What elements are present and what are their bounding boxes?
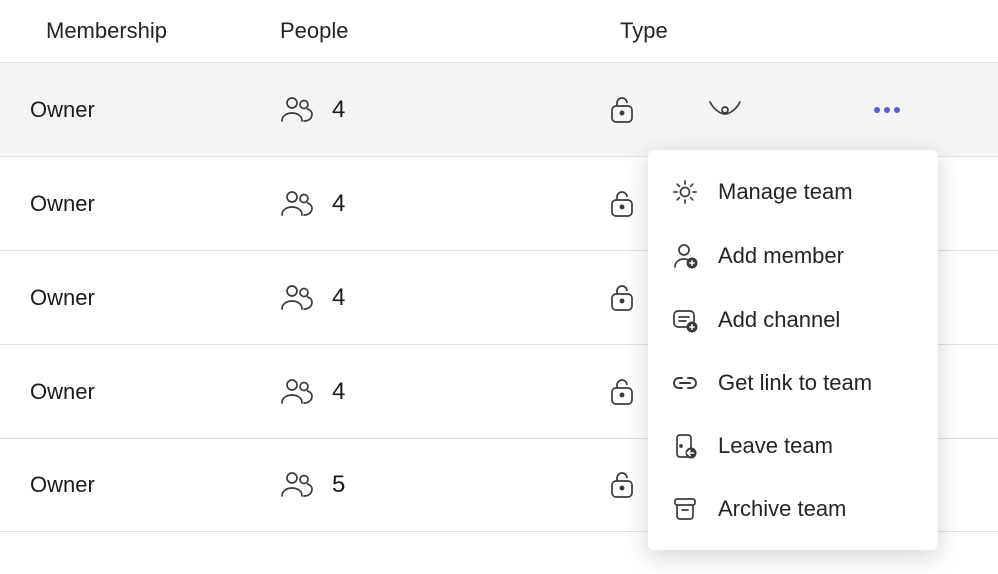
menu-manage-team[interactable]: Manage team [648, 160, 938, 224]
menu-archive-team[interactable]: Archive team [648, 478, 938, 540]
people-icon [280, 190, 314, 218]
membership-cell: Owner [0, 191, 280, 217]
table-row[interactable]: Owner 4 [0, 62, 998, 156]
people-cell: 4 [280, 96, 590, 124]
lock-icon [610, 284, 634, 312]
menu-item-label: Archive team [718, 496, 846, 522]
menu-item-label: Add member [718, 243, 844, 269]
people-icon [280, 378, 314, 406]
menu-get-link[interactable]: Get link to team [648, 352, 938, 414]
lock-icon [610, 96, 634, 124]
people-cell: 4 [280, 378, 590, 406]
header-people[interactable]: People [280, 18, 590, 44]
table-header-row: Membership People Type [0, 0, 998, 62]
people-count: 4 [332, 284, 345, 312]
menu-add-channel[interactable]: Add channel [648, 288, 938, 352]
header-membership[interactable]: Membership [0, 18, 280, 44]
add-member-icon [670, 242, 700, 270]
eye-icon [708, 100, 742, 120]
membership-cell: Owner [0, 285, 280, 311]
membership-cell: Owner [0, 379, 280, 405]
archive-icon [670, 496, 700, 522]
people-count: 4 [332, 96, 345, 124]
more-options-button[interactable] [866, 99, 908, 121]
lock-icon [610, 471, 634, 499]
lock-icon [610, 190, 634, 218]
lock-icon [610, 378, 634, 406]
menu-item-label: Leave team [718, 433, 833, 459]
menu-item-label: Manage team [718, 179, 853, 205]
menu-leave-team[interactable]: Leave team [648, 414, 938, 478]
people-count: 4 [332, 378, 345, 406]
people-cell: 5 [280, 471, 590, 499]
people-cell: 4 [280, 284, 590, 312]
people-icon [280, 471, 314, 499]
menu-item-label: Add channel [718, 307, 840, 333]
menu-item-label: Get link to team [718, 370, 872, 396]
add-channel-icon [670, 306, 700, 334]
menu-add-member[interactable]: Add member [648, 224, 938, 288]
people-cell: 4 [280, 190, 590, 218]
type-cell [590, 96, 998, 124]
gear-icon [670, 178, 700, 206]
link-icon [670, 374, 700, 392]
team-context-menu: Manage team Add member Add channel [648, 150, 938, 550]
people-icon [280, 96, 314, 124]
people-count: 5 [332, 471, 345, 499]
membership-cell: Owner [0, 97, 280, 123]
membership-cell: Owner [0, 472, 280, 498]
leave-icon [670, 432, 700, 460]
people-icon [280, 284, 314, 312]
people-count: 4 [332, 190, 345, 218]
header-type[interactable]: Type [590, 18, 998, 44]
